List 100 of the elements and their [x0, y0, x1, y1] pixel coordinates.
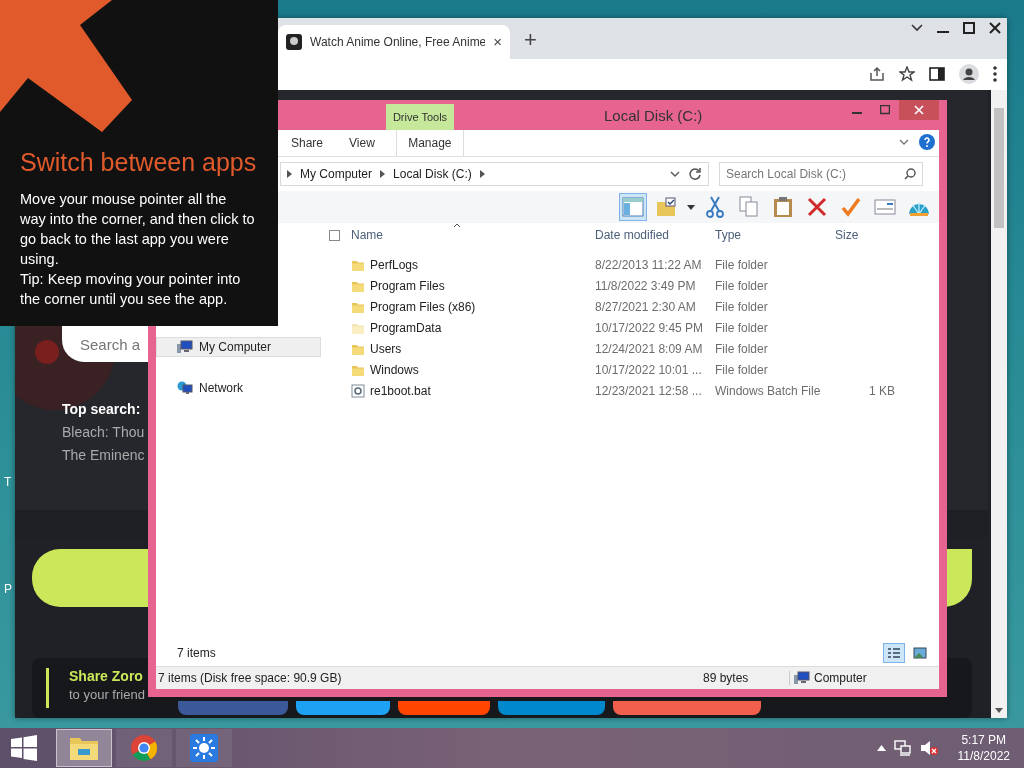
ribbon-tab[interactable]: Share: [278, 130, 337, 156]
sidebar-icon[interactable]: [929, 66, 945, 83]
file-row[interactable]: PerfLogs 8/22/2013 11:22 AM File folder: [321, 254, 939, 275]
chevron-down-icon[interactable]: [911, 24, 923, 32]
top-search-label: Top search:: [62, 401, 141, 417]
breadcrumb-separator-icon: [479, 170, 485, 178]
minimize-icon: [852, 112, 862, 114]
windows-logo-icon: [11, 735, 37, 761]
close-button[interactable]: [899, 100, 939, 120]
column-header[interactable]: Type: [715, 228, 835, 242]
type-cell-text: Windows Batch File: [715, 383, 822, 398]
date-cell-text: 8/27/2021 2:30 AM: [595, 299, 697, 314]
file-row[interactable]: Windows 10/17/2022 10:01 ... File folder: [321, 359, 939, 380]
top-search-link[interactable]: Bleach: Thou: [62, 424, 145, 440]
scroll-thumb[interactable]: [994, 108, 1004, 228]
share-subtitle: to your friend: [69, 687, 145, 702]
show-hidden-icons-icon[interactable]: [876, 745, 886, 751]
breadcrumb-separator-icon: [380, 170, 386, 178]
share-platform-button[interactable]: [398, 701, 490, 715]
taskbar-app[interactable]: [176, 729, 232, 767]
date-cell-text: 12/23/2021 12:58 ...: [595, 383, 703, 398]
arrow-icon: [0, 0, 132, 132]
file-row[interactable]: ProgramData 10/17/2022 9:45 PM File folder: [321, 317, 939, 338]
network-icon[interactable]: [893, 740, 912, 756]
file-name: PerfLogs: [370, 257, 419, 272]
column-header[interactable]: Date modified: [595, 228, 715, 242]
search-field[interactable]: Search a: [62, 326, 148, 362]
hint-text: Move your mouse pointer all the way into the corner, and then click to go back to the last app you were using.: [20, 190, 256, 269]
clock-time: 5:17 PM: [961, 732, 1007, 748]
desktop-icon-label: P: [4, 582, 12, 596]
date-cell-text: 8/22/2013 11:22 AM: [595, 257, 703, 272]
scroll-down-icon[interactable]: [995, 708, 1003, 714]
maximize-icon[interactable]: [963, 22, 975, 34]
type-cell-text: File folder: [715, 320, 769, 335]
ribbon-tab[interactable]: View: [336, 130, 388, 156]
file-name: Windows: [370, 362, 419, 377]
context-tab-group: Drive Tools: [386, 104, 454, 130]
column-header[interactable]: Name: [351, 228, 595, 242]
select-all-checkbox[interactable]: [329, 229, 340, 241]
desktop-icon-label: T: [4, 475, 12, 489]
file-name: Users: [370, 341, 402, 356]
tab-title: Watch Anime Online, Free Anime: [310, 34, 486, 49]
taskbar-app[interactable]: [56, 729, 112, 767]
folder-icon: [69, 735, 99, 761]
item-count: 7 items: [177, 646, 216, 660]
scrollbar[interactable]: [991, 90, 1007, 718]
size-cell-text: 1 KB: [868, 383, 895, 398]
chevron-down-icon[interactable]: [899, 139, 909, 145]
breadcrumb-separator-icon: [287, 170, 292, 178]
nav-item[interactable]: My Computer: [156, 337, 321, 357]
nav-item[interactable]: Network: [156, 378, 321, 398]
address-bar[interactable]: My Computer Local Disk (C:): [280, 162, 709, 186]
file-row[interactable]: Users 12/24/2021 8:09 AM File folder: [321, 338, 939, 359]
breadcrumb[interactable]: My Computer: [300, 167, 373, 181]
taskbar-app[interactable]: [116, 729, 172, 767]
share-icon[interactable]: [869, 66, 885, 83]
type-cell-text: File folder: [715, 257, 769, 272]
hint-tip: Tip: Keep moving your pointer into the corner until you see the app.: [20, 270, 242, 309]
file-row[interactable]: Program Files (x86) 8/27/2021 2:30 AM File folder: [321, 296, 939, 317]
caret-icon[interactable]: [687, 204, 695, 210]
type-cell-text: File folder: [715, 299, 769, 314]
profile-icon[interactable]: [959, 64, 979, 85]
date-cell-text: 10/17/2022 9:45 PM: [595, 320, 705, 335]
chevron-down-icon[interactable]: [670, 171, 680, 177]
volume-icon[interactable]: [919, 740, 938, 756]
status-text: 7 items (Disk free space: 90.9 GB): [157, 671, 343, 685]
gear-file-icon: [351, 383, 365, 398]
file-name: ProgramData: [370, 320, 442, 335]
date-cell-text: 11/8/2022 3:49 PM: [595, 278, 697, 293]
window-title: Local Disk (C:): [604, 107, 703, 124]
share-platform-button[interactable]: [296, 701, 390, 715]
file-row[interactable]: re1boot.bat 12/23/2021 12:58 ... Windows Batch File 1 KB: [321, 380, 939, 401]
new-tab-button[interactable]: +: [520, 26, 541, 53]
file-name: Program Files (x86): [370, 299, 476, 314]
maximize-icon: [880, 105, 890, 115]
status-location: Computer: [814, 671, 867, 685]
details-view-icon[interactable]: [883, 643, 905, 663]
clock[interactable]: 5:17 PM 11/8/2022: [957, 732, 1010, 764]
sun-icon: [190, 734, 218, 762]
help-icon[interactable]: [919, 134, 935, 150]
star-icon[interactable]: [899, 66, 915, 83]
status-size: 89 bytes: [703, 671, 750, 685]
tab-close-button[interactable]: ×: [493, 33, 502, 51]
file-row[interactable]: Program Files 11/8/2022 3:49 PM File folder: [321, 275, 939, 296]
file-name: re1boot.bat: [370, 383, 431, 398]
close-icon[interactable]: [989, 22, 1001, 34]
computer-icon: [177, 340, 193, 354]
top-search-link[interactable]: The Eminenc: [62, 447, 145, 463]
hint-title: Switch between apps: [20, 148, 257, 177]
column-header[interactable]: Size: [835, 228, 895, 242]
tab-favicon-icon: [286, 33, 302, 50]
refresh-icon[interactable]: [688, 167, 702, 181]
search-field[interactable]: Search Local Disk (C:): [719, 162, 923, 186]
layout-pane-icon[interactable]: [619, 193, 647, 221]
type-cell-text: File folder: [715, 341, 769, 356]
breadcrumb[interactable]: Local Disk (C:): [393, 167, 472, 181]
date-cell-text: 12/24/2021 8:09 AM: [595, 341, 704, 356]
menu-icon[interactable]: [993, 66, 997, 83]
browser-tab[interactable]: Watch Anime Online, Free Anime ×: [278, 24, 510, 59]
network-icon: [177, 381, 193, 395]
